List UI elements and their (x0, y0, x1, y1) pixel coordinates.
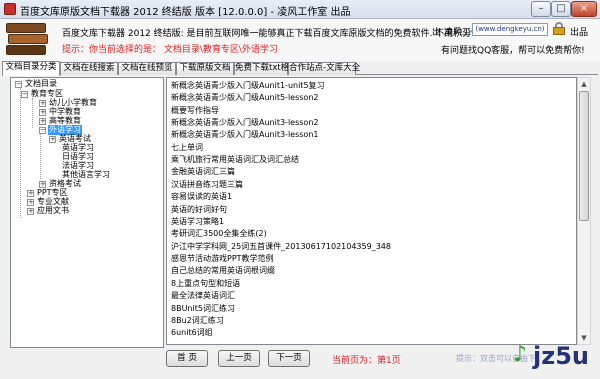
list-item[interactable]: 七上单词 (171, 142, 203, 154)
credit-label: 出品 (570, 28, 589, 38)
list-item[interactable]: 英语学习策略1 (171, 216, 224, 228)
tree-node-root[interactable]: − 文档目录 (15, 79, 58, 89)
watermark-text: jz5u (533, 342, 589, 370)
list-item[interactable]: 新概念英语青少版入门级Aunit5-lesson2 (171, 92, 318, 104)
collapse-icon[interactable]: − (39, 127, 46, 134)
lock-icon (553, 22, 565, 35)
tab-partner-sites[interactable]: 合作站点-文库大全 (288, 62, 360, 75)
minimize-button[interactable]: – (531, 1, 551, 17)
list-item[interactable]: 乘飞机旅行常用英语词汇及词汇总结 (171, 154, 299, 166)
list-item[interactable]: 沪江中学学科网_25词五首课件_20130617102104359_348 (171, 241, 391, 253)
hint-prefix: 提示：你当前选择的是： (62, 45, 162, 55)
hint-path: 文档目录\教育专区\外语学习 (163, 45, 278, 55)
expand-icon[interactable]: + (27, 199, 34, 206)
list-item[interactable]: 考研词汇3500全集全练(2) (171, 228, 267, 240)
intro-text: 百度文库下载器 2012 终结版: 是目前互联网唯一能够真正下载百度文库原版文档… (62, 29, 475, 39)
close-button[interactable]: × (571, 1, 597, 17)
title-bar: 百度文库原版文档下载器 2012 终结版 版本 [12.0.0.0] - 凌风工… (0, 0, 600, 19)
tab-txt-download[interactable]: 免费下载txt格式 (234, 62, 298, 75)
list-item[interactable]: 8上重点句型和短语 (171, 278, 240, 290)
expand-icon[interactable]: + (49, 136, 56, 143)
expand-icon[interactable]: + (39, 109, 46, 116)
watermark-logo: ♪ jz5u (513, 340, 599, 378)
list-item[interactable]: 8BUnit5词汇练习 (171, 303, 235, 315)
tab-download[interactable]: 下载原版文档 (176, 62, 234, 75)
list-item[interactable]: 容易误读的英语1 (171, 191, 232, 203)
list-item[interactable]: 新概念英语青少版入门级Aunit1-unit5复习 (171, 80, 325, 92)
tree-node-practical-docs[interactable]: + 应用文书 (27, 206, 70, 216)
app-icon (4, 3, 16, 15)
next-page-button[interactable]: 下一页 (268, 350, 310, 367)
list-item[interactable]: 金融英语词汇三篇 (171, 166, 235, 178)
list-scrollbar[interactable]: ▲ ▼ (577, 77, 591, 345)
website-link[interactable]: (www.dengkeyu.cn) (472, 23, 548, 36)
list-item[interactable]: 自己总结的常用英语词根词缀 (171, 265, 275, 277)
tab-bar: 文档目录分类 文档在线搜索 文档在线预览 下载原版文档 免费下载txt格式 合作… (2, 61, 598, 76)
list-item[interactable]: 6unit6词组 (171, 327, 213, 339)
expand-icon[interactable]: + (27, 208, 34, 215)
category-tree[interactable]: − 文档目录 − 教育专区 + 幼儿小学教育 + 中学教育 + 高等教育 − 外语学习 + 英… (10, 77, 164, 348)
list-item[interactable]: 英语的好词好句 (171, 204, 227, 216)
scroll-up-icon[interactable]: ▲ (578, 78, 590, 90)
list-item[interactable]: 概要写作指导 (171, 105, 219, 117)
music-note-icon: ♪ (513, 342, 528, 367)
hint-text: 提示：你当前选择的是： 文档目录\教育专区\外语学习 (62, 42, 278, 55)
tab-preview[interactable]: 文档在线预览 (118, 62, 176, 75)
expand-icon[interactable]: + (39, 100, 46, 107)
expand-icon[interactable]: + (27, 190, 34, 197)
header: 百度文库下载器 2012 终结版: 是目前互联网唯一能够真正下载百度文库原版文档… (0, 19, 600, 61)
books-logo-icon (6, 21, 48, 59)
tab-search[interactable]: 文档在线搜索 (60, 62, 118, 75)
tab-category[interactable]: 文档目录分类 (2, 61, 60, 76)
first-page-button[interactable]: 首 页 (166, 350, 208, 367)
support-text[interactable]: 有问题找QQ客服，帮可以免费帮你! (441, 43, 585, 56)
list-item[interactable]: 8Bu2词汇练习 (171, 315, 224, 327)
collapse-icon[interactable]: − (21, 91, 28, 98)
expand-icon[interactable]: + (39, 118, 46, 125)
page-info: 当前页为：第1页 (332, 356, 401, 366)
list-item[interactable]: 感恩节活动游戏PPT教学范例 (171, 253, 274, 265)
maximize-button[interactable]: □ (551, 1, 571, 17)
expand-icon[interactable]: + (39, 181, 46, 188)
list-item[interactable]: 新概念英语青少版入门级Aunit3-lesson2 (171, 117, 318, 129)
window-title: 百度文库原版文档下载器 2012 终结版 版本 [12.0.0.0] - 凌风工… (20, 7, 351, 18)
prev-page-button[interactable]: 上一页 (218, 350, 260, 367)
document-list[interactable]: 新概念英语青少版入门级Aunit1-unit5复习 新概念英语青少版入门级Aun… (166, 77, 577, 345)
scrollbar-thumb[interactable] (579, 91, 589, 221)
list-item[interactable]: 汉语拼音练习题三篇 (171, 179, 243, 191)
list-item[interactable]: 新概念英语青少版入门级Aunit3-lesson1 (171, 129, 318, 141)
list-item[interactable]: 最全法律英语词汇 (171, 290, 235, 302)
collapse-icon[interactable]: − (15, 81, 22, 88)
